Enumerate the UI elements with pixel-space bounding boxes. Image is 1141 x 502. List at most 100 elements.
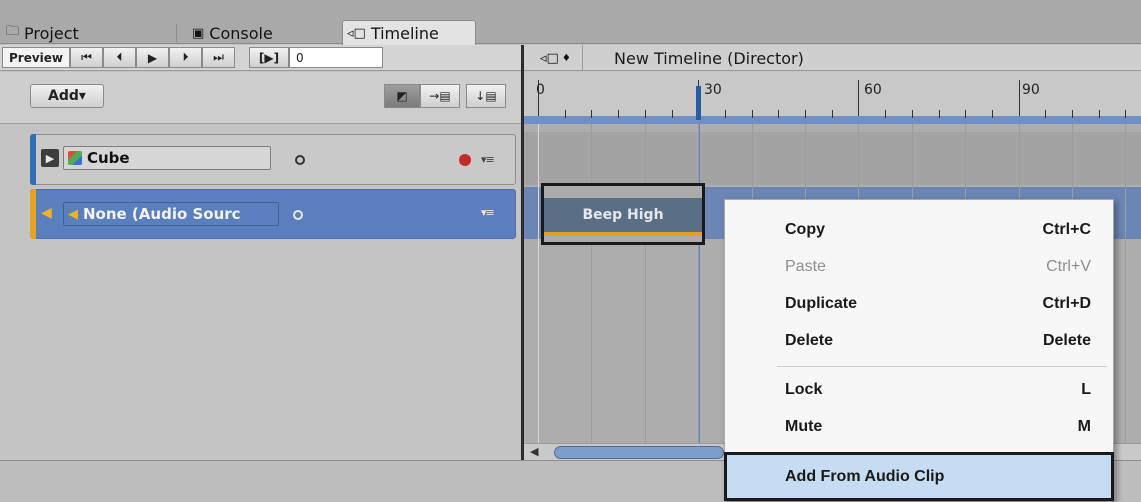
edit-mode-ripple-button[interactable]: →▤	[420, 84, 460, 108]
menu-separator	[777, 366, 1107, 367]
ruler-minor-tick	[912, 110, 913, 118]
menu-item-duplicate[interactable]: Duplicate Ctrl+D	[725, 289, 1113, 319]
playback-toolbar: Preview ⏮ ⏴ ▶ ⏵ ⏭ [▶] 0	[0, 45, 522, 71]
timeline-header-bar: ◃□ ♦ New Timeline (Director)	[524, 45, 1141, 71]
audio-clip-stripe	[544, 232, 702, 236]
play-range-button[interactable]: [▶]	[249, 47, 289, 68]
timeline-title: New Timeline (Director)	[614, 48, 804, 68]
tab-console[interactable]: ▣ Console	[188, 22, 338, 44]
menu-item-mute[interactable]: Mute M	[725, 412, 1113, 442]
menu-item-label: Add From Audio Clip	[785, 467, 945, 485]
ruler-minor-tick	[618, 110, 619, 118]
tab-console-label: Console	[209, 23, 273, 43]
audio-clip-body: Beep High	[544, 198, 702, 232]
preview-label: Preview	[8, 50, 63, 65]
frame-value: 0	[296, 50, 304, 65]
play-icon: ▶	[147, 50, 158, 65]
ruler-label-60: 60	[864, 82, 882, 98]
go-to-start-button[interactable]: ⏮	[70, 47, 103, 68]
scroll-left-icon[interactable]: ◀	[530, 445, 538, 458]
animation-track-icon: ▶	[41, 149, 59, 167]
audio-source-icon: ◀	[68, 206, 78, 222]
breadcrumb[interactable]: New Timeline (Director)	[594, 45, 824, 71]
previous-frame-icon: ⏴	[116, 50, 123, 64]
ruler-label-0: 0	[536, 82, 545, 98]
time-ruler[interactable]: 0 30 60 90	[524, 72, 1141, 124]
grid-line	[1125, 124, 1126, 460]
go-to-end-icon: ⏭	[213, 50, 224, 64]
track-header-audio[interactable]: ◀ ◀ None (Audio Sourc ▾≡	[30, 189, 516, 239]
track-menu-icon[interactable]: ▾≡	[481, 153, 495, 166]
menu-item-copy[interactable]: Copy Ctrl+C	[725, 215, 1113, 245]
tab-project[interactable]: 🗀 Project	[2, 22, 172, 44]
ruler-minor-tick	[1045, 110, 1046, 118]
edit-mode-mix-button[interactable]: ◩	[384, 84, 420, 108]
track-binding-field[interactable]: Cube	[63, 146, 271, 170]
edit-mode-replace-button[interactable]: ↓▤	[466, 84, 506, 108]
dropdown-arrow-icon: ♦	[561, 52, 571, 64]
menu-item-shortcut: Delete	[1042, 332, 1091, 349]
tab-timeline[interactable]: ◃□ Timeline	[342, 20, 476, 45]
header-divider	[582, 45, 583, 71]
playhead-line	[699, 124, 700, 460]
object-picker-icon[interactable]	[295, 155, 305, 165]
ruler-minor-tick	[1099, 110, 1100, 118]
track-list: ▶ Cube ▾≡ ◀ ◀ None (Audio Sourc ▾≡	[0, 124, 522, 460]
menu-item-shortcut: Ctrl+C	[1042, 221, 1091, 238]
menu-item-label: Copy	[785, 221, 825, 238]
add-track-button[interactable]: Add▾	[30, 84, 104, 108]
context-menu: Copy Ctrl+C Paste Ctrl+V Duplicate Ctrl+…	[724, 199, 1114, 501]
menu-item-shortcut: L	[1081, 381, 1091, 398]
go-to-end-button[interactable]: ⏭	[202, 47, 235, 68]
track-menu-icon[interactable]: ▾≡	[481, 206, 495, 219]
console-icon: ▣	[192, 25, 205, 41]
cube-object-icon	[68, 151, 82, 165]
menu-item-label: Mute	[785, 418, 823, 435]
menu-item-lock[interactable]: Lock L	[725, 375, 1113, 405]
timeline-asset-icon: ◃□	[540, 50, 559, 66]
preview-button[interactable]: Preview	[2, 47, 70, 68]
audio-clip[interactable]: Beep High	[541, 183, 705, 245]
timeline-asset-selector[interactable]: ◃□ ♦	[540, 48, 574, 68]
ruler-minor-tick	[591, 110, 592, 118]
ruler-major-tick	[858, 80, 859, 116]
menu-item-paste[interactable]: Paste Ctrl+V	[725, 252, 1113, 282]
mix-mode-icon: ◩	[396, 89, 408, 103]
ruler-minor-tick	[805, 110, 806, 118]
menu-item-label: Delete	[785, 332, 834, 349]
ruler-minor-tick	[1072, 110, 1073, 118]
next-frame-icon: ⏵	[182, 50, 189, 64]
next-frame-button[interactable]: ⏵	[169, 47, 202, 68]
menu-item-shortcut: Ctrl+V	[1046, 258, 1091, 275]
add-track-label: Add▾	[48, 88, 86, 104]
editor-tab-bar: 🗀 Project ▣ Console ◃□ Timeline	[0, 0, 1141, 45]
audio-track-icon: ◀	[41, 205, 52, 221]
grid-line	[645, 124, 646, 460]
folder-icon: 🗀	[6, 24, 20, 39]
ruler-minor-tick	[965, 110, 966, 118]
ruler-label-30: 30	[704, 82, 722, 98]
play-button[interactable]: ▶	[136, 47, 169, 68]
tab-timeline-label: Timeline	[370, 23, 439, 43]
scrollbar-thumb[interactable]	[554, 446, 724, 459]
object-picker-icon[interactable]	[293, 210, 303, 220]
play-range-label: [▶]	[258, 50, 280, 65]
ruler-minor-tick	[565, 110, 566, 118]
start-line	[538, 124, 539, 460]
track-binding-field[interactable]: ◀ None (Audio Sourc	[63, 202, 279, 226]
ruler-minor-tick	[832, 110, 833, 118]
ruler-minor-tick	[939, 110, 940, 118]
previous-frame-button[interactable]: ⏴	[103, 47, 136, 68]
tab-divider	[176, 24, 177, 42]
menu-item-label: Duplicate	[785, 295, 858, 312]
record-button-icon[interactable]	[459, 154, 471, 166]
menu-item-delete[interactable]: Delete Delete	[725, 326, 1113, 356]
track-binding-label: Cube	[87, 149, 130, 167]
menu-item-shortcut: Ctrl+D	[1042, 295, 1091, 312]
playhead-marker[interactable]	[696, 86, 701, 120]
ruler-major-tick	[1019, 80, 1020, 116]
menu-item-add-from-audio-clip[interactable]: Add From Audio Clip	[724, 452, 1114, 501]
ruler-minor-tick	[752, 110, 753, 118]
track-header-cube[interactable]: ▶ Cube ▾≡	[30, 134, 516, 185]
frame-input[interactable]: 0	[289, 47, 383, 68]
